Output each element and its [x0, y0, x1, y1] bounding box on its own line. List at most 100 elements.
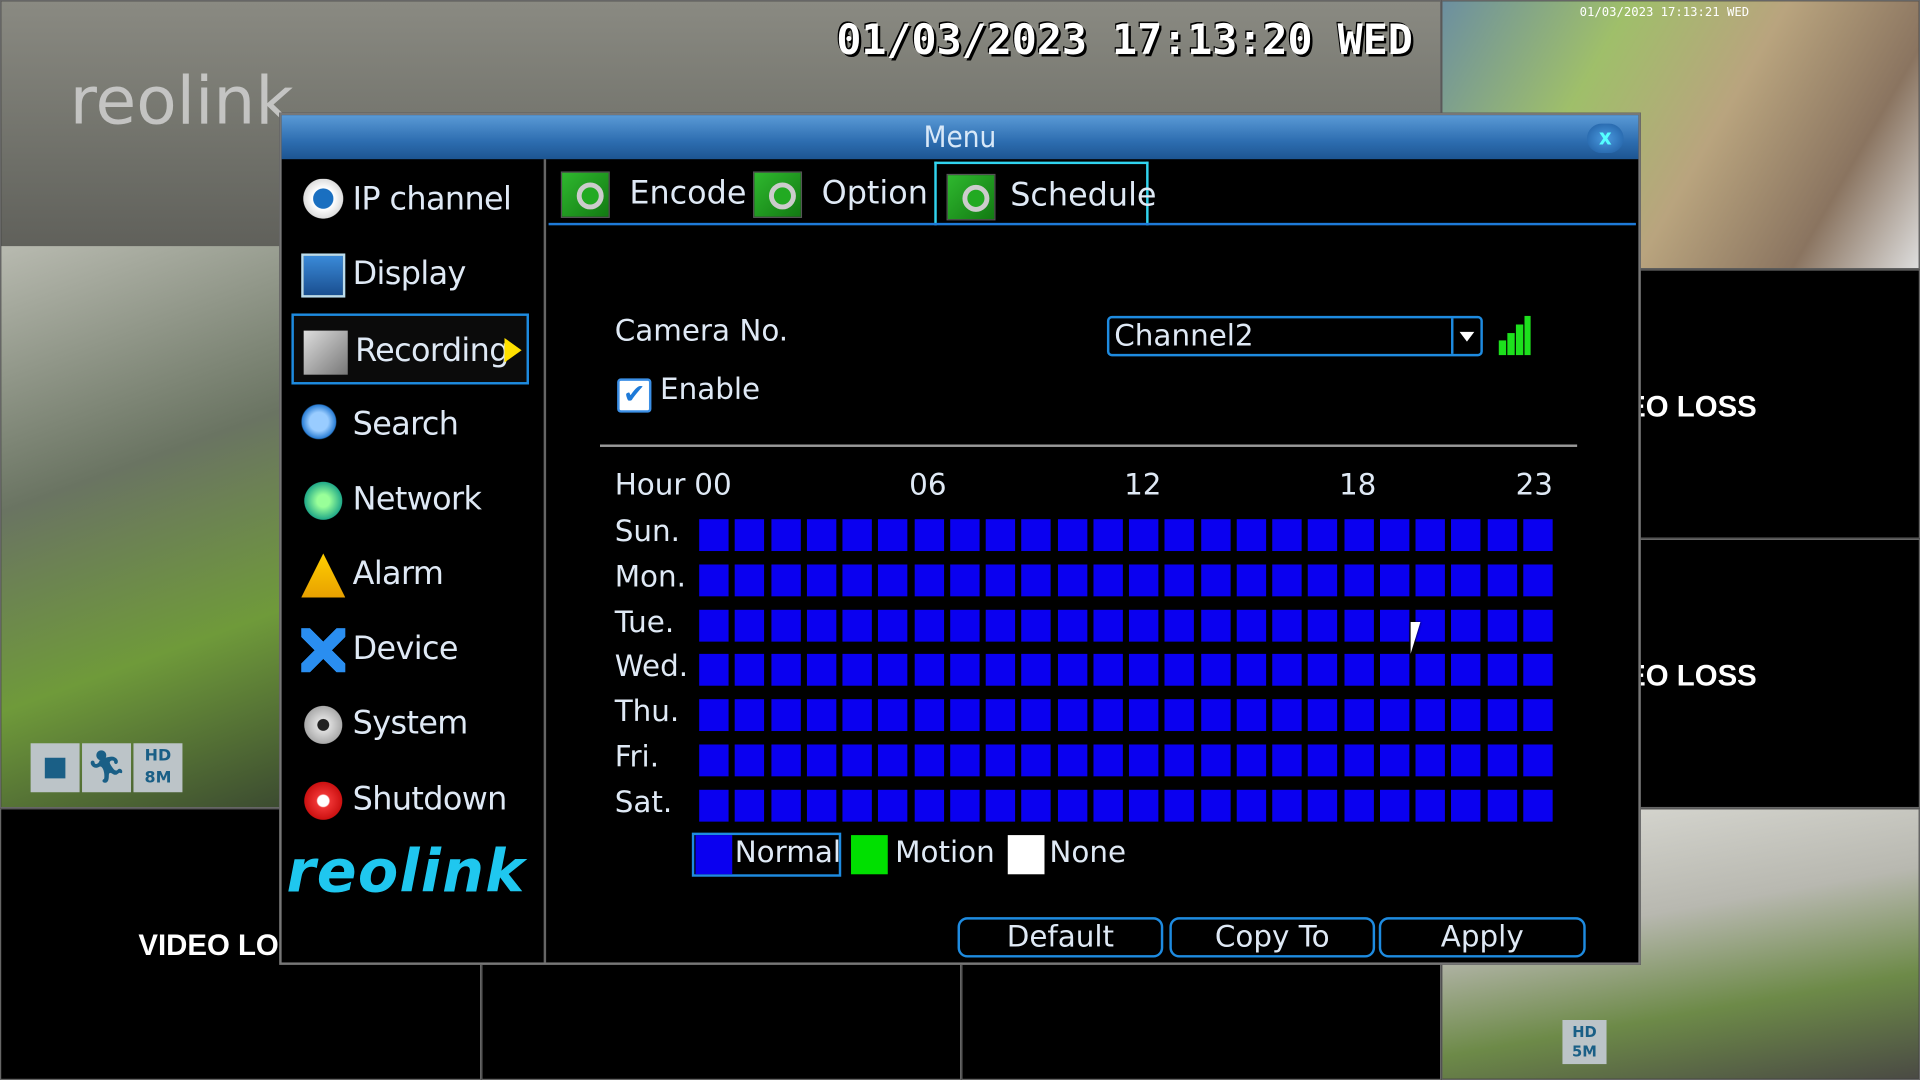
schedule-cell[interactable]: [914, 654, 944, 687]
schedule-cell[interactable]: [735, 519, 765, 552]
schedule-cell[interactable]: [1200, 609, 1231, 642]
schedule-cell[interactable]: [1522, 564, 1553, 597]
schedule-cell[interactable]: [1343, 519, 1374, 552]
schedule-cell[interactable]: [1415, 789, 1445, 822]
copy-to-button[interactable]: Copy To: [1169, 917, 1376, 958]
schedule-cell[interactable]: [1451, 654, 1481, 687]
schedule-cell[interactable]: [1487, 564, 1517, 597]
schedule-cell[interactable]: [735, 609, 765, 642]
close-button[interactable]: x: [1586, 123, 1624, 154]
schedule-cell[interactable]: [1308, 699, 1338, 732]
schedule-cell[interactable]: [1200, 744, 1231, 777]
schedule-cell[interactable]: [1379, 789, 1410, 822]
schedule-cell[interactable]: [878, 744, 908, 777]
schedule-cell[interactable]: [1522, 789, 1553, 822]
legend-none-swatch[interactable]: [1007, 835, 1045, 875]
schedule-cell[interactable]: [985, 789, 1016, 822]
apply-button[interactable]: Apply: [1378, 917, 1586, 958]
schedule-cell[interactable]: [1451, 609, 1481, 642]
schedule-cell[interactable]: [842, 609, 872, 642]
schedule-cell[interactable]: [806, 744, 837, 777]
sidebar-item-alarm[interactable]: Alarm: [291, 539, 529, 610]
schedule-cell[interactable]: [1415, 699, 1445, 732]
schedule-cell[interactable]: [1200, 654, 1231, 687]
sidebar-item-device[interactable]: Device: [291, 614, 529, 685]
schedule-cell[interactable]: [1128, 609, 1159, 642]
sidebar-item-shutdown[interactable]: Shutdown: [291, 764, 529, 835]
menu-titlebar[interactable]: Menu x: [281, 115, 1639, 160]
schedule-cell[interactable]: [1128, 789, 1159, 822]
schedule-cell[interactable]: [1164, 699, 1195, 732]
schedule-cell[interactable]: [735, 789, 765, 822]
schedule-cell[interactable]: [1415, 564, 1445, 597]
schedule-cell[interactable]: [1487, 519, 1517, 552]
schedule-cell[interactable]: [735, 564, 765, 597]
schedule-cell[interactable]: [1451, 564, 1481, 597]
schedule-cell[interactable]: [1451, 519, 1481, 552]
sidebar-item-recording[interactable]: Recording: [291, 313, 529, 385]
schedule-cell[interactable]: [1236, 564, 1266, 597]
schedule-cell[interactable]: [1451, 699, 1481, 732]
schedule-cell[interactable]: [842, 699, 872, 732]
schedule-cell[interactable]: [1415, 519, 1445, 552]
schedule-cell[interactable]: [1093, 654, 1123, 687]
schedule-cell[interactable]: [985, 609, 1016, 642]
schedule-cell[interactable]: [1128, 744, 1159, 777]
schedule-cell[interactable]: [1093, 699, 1123, 732]
schedule-cell[interactable]: [699, 609, 729, 642]
schedule-cell[interactable]: [806, 609, 837, 642]
schedule-cell[interactable]: [806, 564, 837, 597]
schedule-cell[interactable]: [914, 699, 944, 732]
schedule-cell[interactable]: [770, 654, 801, 687]
schedule-cell[interactable]: [1487, 609, 1517, 642]
schedule-cell[interactable]: [1057, 789, 1087, 822]
chevron-down-icon[interactable]: [1451, 318, 1480, 354]
schedule-cell[interactable]: [699, 789, 729, 822]
schedule-cell[interactable]: [1343, 744, 1374, 777]
schedule-cell[interactable]: [842, 744, 872, 777]
schedule-cell[interactable]: [1343, 789, 1374, 822]
schedule-cell[interactable]: [1343, 609, 1374, 642]
sidebar-item-search[interactable]: Search: [291, 389, 529, 460]
schedule-cell[interactable]: [1021, 789, 1051, 822]
schedule-cell[interactable]: [1236, 789, 1266, 822]
schedule-cell[interactable]: [1093, 609, 1123, 642]
sidebar-item-display[interactable]: Display: [291, 239, 529, 310]
schedule-cell[interactable]: [1128, 564, 1159, 597]
schedule-cell[interactable]: [770, 789, 801, 822]
schedule-cell[interactable]: [1164, 564, 1195, 597]
schedule-cell[interactable]: [1057, 654, 1087, 687]
schedule-cell[interactable]: [699, 654, 729, 687]
schedule-cell[interactable]: [949, 519, 980, 552]
schedule-cell[interactable]: [1343, 564, 1374, 597]
schedule-cell[interactable]: [1236, 609, 1266, 642]
schedule-cell[interactable]: [1200, 699, 1231, 732]
schedule-cell[interactable]: [1200, 564, 1231, 597]
schedule-cell[interactable]: [949, 564, 980, 597]
schedule-cell[interactable]: [1272, 744, 1302, 777]
schedule-cell[interactable]: [770, 699, 801, 732]
schedule-cell[interactable]: [1236, 744, 1266, 777]
schedule-cell[interactable]: [949, 609, 980, 642]
schedule-cell[interactable]: [1021, 519, 1051, 552]
schedule-cell[interactable]: [1379, 654, 1410, 687]
schedule-cell[interactable]: [914, 519, 944, 552]
schedule-cell[interactable]: [1057, 609, 1087, 642]
schedule-cell[interactable]: [914, 789, 944, 822]
schedule-cell[interactable]: [1057, 519, 1087, 552]
schedule-cell[interactable]: [1057, 699, 1087, 732]
schedule-cell[interactable]: [1128, 654, 1159, 687]
schedule-cell[interactable]: [1164, 789, 1195, 822]
schedule-cell[interactable]: [878, 654, 908, 687]
schedule-cell[interactable]: [1522, 744, 1553, 777]
schedule-cell[interactable]: [770, 519, 801, 552]
schedule-cell[interactable]: [699, 519, 729, 552]
schedule-cell[interactable]: [1308, 654, 1338, 687]
tab-encode[interactable]: Encode: [551, 162, 746, 226]
schedule-cell[interactable]: [1236, 654, 1266, 687]
schedule-cell[interactable]: [985, 744, 1016, 777]
schedule-cell[interactable]: [949, 789, 980, 822]
schedule-cell[interactable]: [1093, 789, 1123, 822]
schedule-cell[interactable]: [1272, 699, 1302, 732]
schedule-cell[interactable]: [985, 519, 1016, 552]
